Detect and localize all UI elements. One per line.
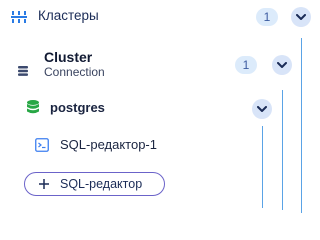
database-stack-icon xyxy=(18,63,28,76)
database-toggle-button[interactable] xyxy=(252,99,272,119)
sql-editor-item[interactable]: SQL-редактор-1 xyxy=(0,134,250,156)
terminal-window-icon xyxy=(35,138,49,152)
clusters-header[interactable]: Кластеры 1 xyxy=(0,0,320,34)
clusters-count-badge: 1 xyxy=(256,8,278,26)
cluster-count-badge: 1 xyxy=(235,56,257,74)
clusters-title: Кластеры xyxy=(38,8,99,23)
database-name: postgres xyxy=(50,100,105,115)
add-sql-editor-button[interactable]: SQL-редактор xyxy=(24,172,165,196)
database-icon xyxy=(27,100,39,114)
cluster-subtitle: Connection xyxy=(44,65,105,79)
chevron-down-icon xyxy=(277,61,287,68)
cluster-toggle-button[interactable] xyxy=(272,55,292,75)
chevron-down-icon xyxy=(257,105,267,112)
cluster-item[interactable]: Cluster Connection 1 xyxy=(0,44,320,86)
sql-editor-name: SQL-редактор-1 xyxy=(60,137,157,152)
chevron-down-icon xyxy=(296,13,306,20)
add-sql-editor-label: SQL-редактор xyxy=(60,177,143,191)
tree-guide-line-database xyxy=(262,126,263,208)
plus-icon xyxy=(38,178,50,190)
clusters-toggle-button[interactable] xyxy=(291,7,311,27)
cluster-name: Cluster xyxy=(44,49,93,65)
clusters-icon xyxy=(11,9,27,25)
database-item[interactable]: postgres xyxy=(0,96,320,120)
